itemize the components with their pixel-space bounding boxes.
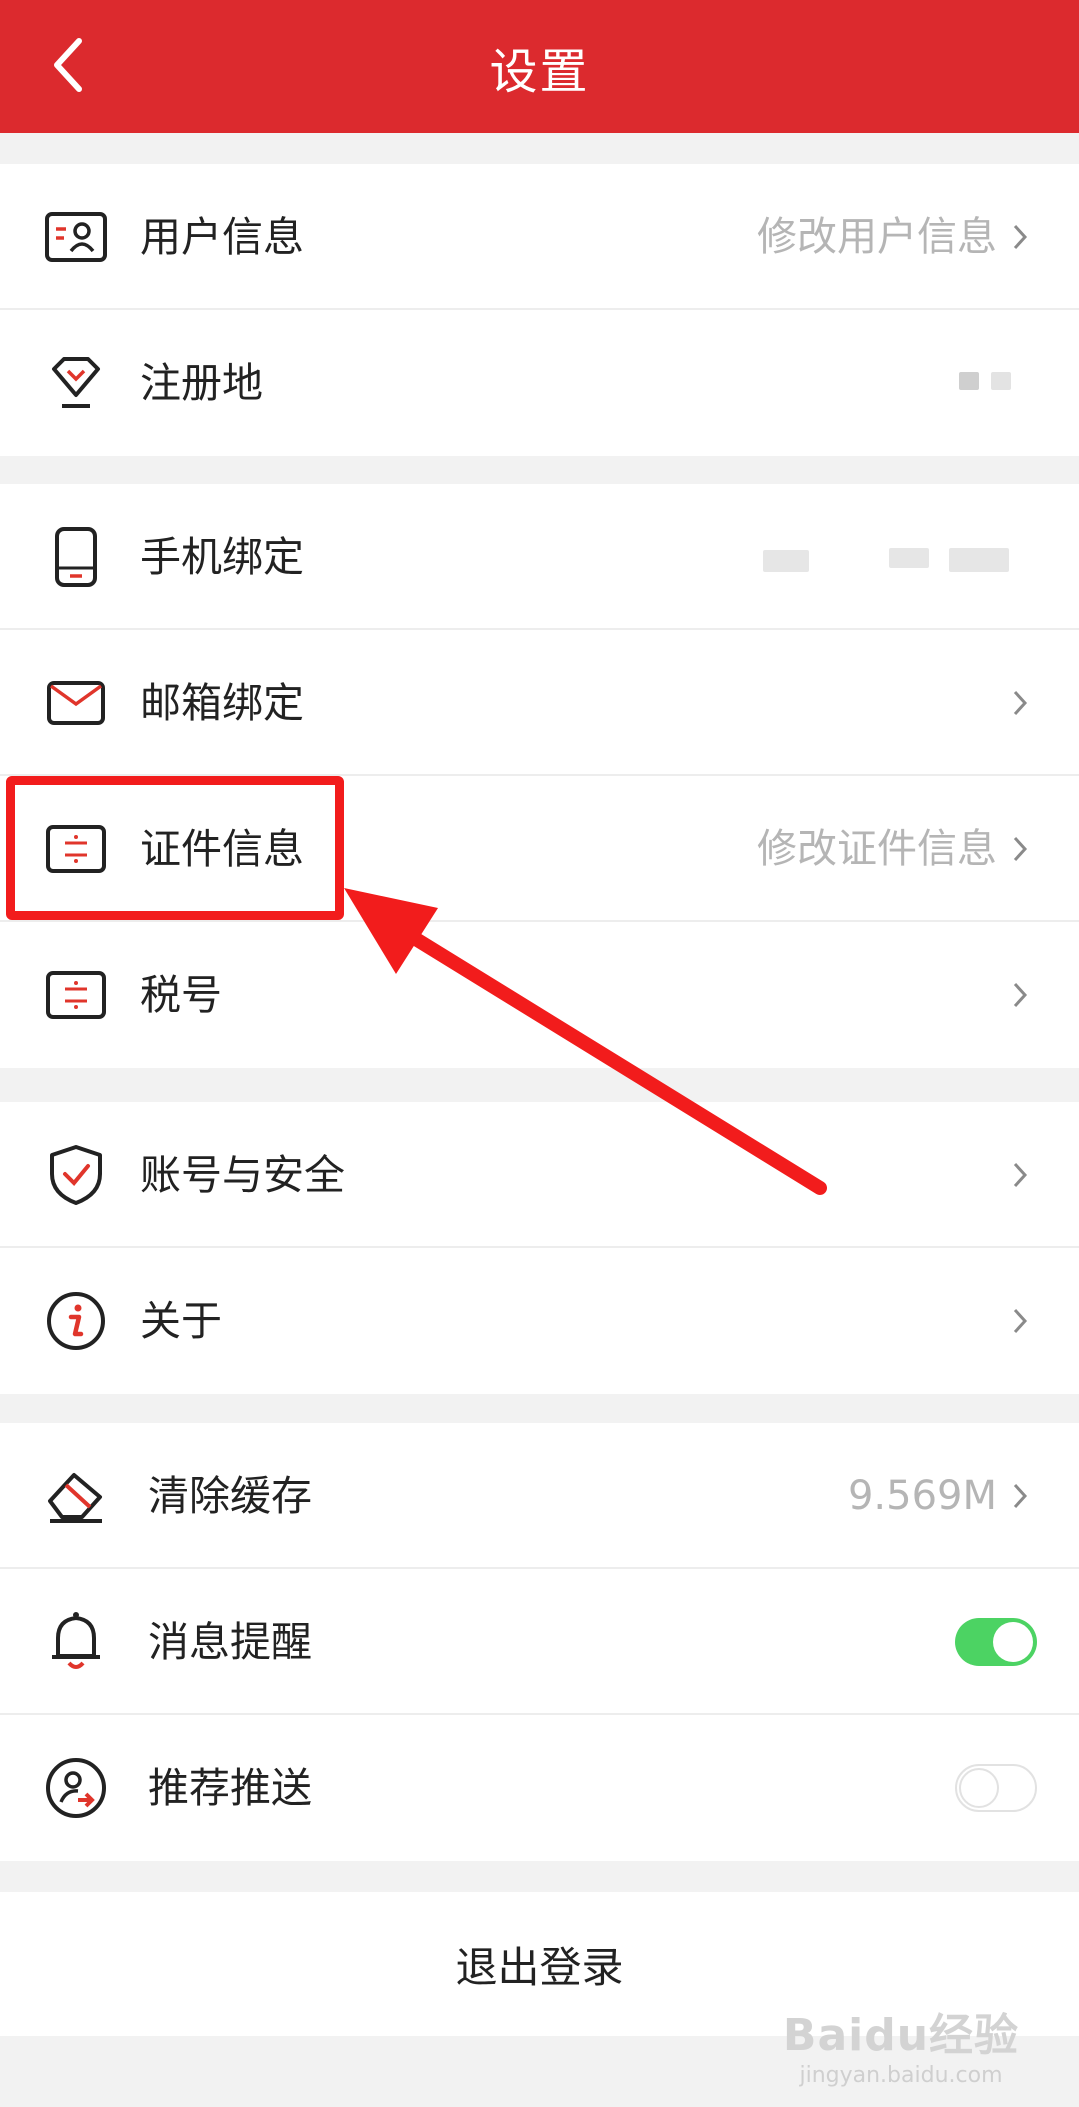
app-header: 设置 <box>0 0 1079 133</box>
row-phone-binding[interactable]: 手机绑定 <box>0 484 1079 630</box>
row-label: 推荐推送 <box>148 1764 312 1812</box>
shield-check-icon <box>40 1145 112 1205</box>
chevron-right-icon <box>1013 1308 1028 1334</box>
settings-group-account: 账号与安全 关于 <box>0 1102 1079 1394</box>
row-label: 注册地 <box>140 359 263 407</box>
chevron-right-icon <box>1013 224 1028 250</box>
row-account-security[interactable]: 账号与安全 <box>0 1102 1079 1248</box>
watermark-brand: Baidu经验 <box>782 2010 1020 2061</box>
location-pin-icon <box>40 353 112 413</box>
chevron-right-icon <box>1013 982 1028 1008</box>
redacted-value <box>949 548 1009 572</box>
user-push-icon <box>40 1758 112 1818</box>
message-reminder-toggle[interactable] <box>955 1618 1037 1666</box>
row-label: 税号 <box>140 971 222 1019</box>
toggle-knob <box>993 1622 1033 1662</box>
chevron-right-icon <box>1013 1483 1028 1509</box>
row-tax-number[interactable]: 税号 <box>0 922 1079 1068</box>
row-value: 修改用户信息 <box>757 214 997 260</box>
row-user-info[interactable]: 用户信息 修改用户信息 <box>0 164 1079 310</box>
row-clear-cache[interactable]: 清除缓存 9.569M <box>0 1423 1079 1569</box>
row-label: 关于 <box>140 1297 222 1345</box>
watermark: Baidu经验 jingyan.baidu.com <box>781 1999 1021 2089</box>
mail-icon <box>40 673 112 733</box>
eraser-icon <box>40 1466 112 1526</box>
chevron-right-icon <box>1013 836 1028 862</box>
toggle-knob <box>959 1768 999 1808</box>
row-message-reminder[interactable]: 消息提醒 <box>0 1569 1079 1715</box>
row-label: 证件信息 <box>140 825 304 873</box>
row-value: 修改证件信息 <box>757 826 997 872</box>
row-label: 邮箱绑定 <box>140 679 304 727</box>
row-value: 9.569M <box>847 1473 997 1519</box>
row-label: 用户信息 <box>140 213 304 261</box>
redacted-value <box>763 550 809 572</box>
info-icon <box>40 1291 112 1351</box>
bell-icon <box>40 1612 112 1672</box>
row-label: 账号与安全 <box>140 1151 345 1199</box>
user-card-icon <box>40 207 112 267</box>
row-email-binding[interactable]: 邮箱绑定 <box>0 630 1079 776</box>
phone-icon <box>40 527 112 587</box>
row-id-info[interactable]: 证件信息 修改证件信息 <box>0 776 1079 922</box>
row-label: 手机绑定 <box>140 533 304 581</box>
row-label: 清除缓存 <box>148 1472 312 1520</box>
row-recommend-push[interactable]: 推荐推送 <box>0 1715 1079 1861</box>
redacted-value <box>959 372 979 390</box>
recommend-push-toggle[interactable] <box>955 1764 1037 1812</box>
settings-group-misc: 清除缓存 9.569M 消息提醒 推荐推送 <box>0 1423 1079 1861</box>
settings-group-bindings: 手机绑定 邮箱绑定 证件信息 修改证件信息 税号 <box>0 484 1079 1068</box>
row-about[interactable]: 关于 <box>0 1248 1079 1394</box>
redacted-value <box>991 372 1011 390</box>
tax-card-icon <box>40 965 112 1025</box>
id-card-icon <box>40 819 112 879</box>
chevron-right-icon <box>1013 1162 1028 1188</box>
row-label: 消息提醒 <box>148 1618 312 1666</box>
row-registration-place[interactable]: 注册地 <box>0 310 1079 456</box>
page-title: 设置 <box>489 43 590 100</box>
settings-group-profile: 用户信息 修改用户信息 注册地 <box>0 164 1079 456</box>
redacted-value <box>889 548 929 568</box>
watermark-url: jingyan.baidu.com <box>799 2063 1003 2088</box>
chevron-right-icon <box>1013 690 1028 716</box>
